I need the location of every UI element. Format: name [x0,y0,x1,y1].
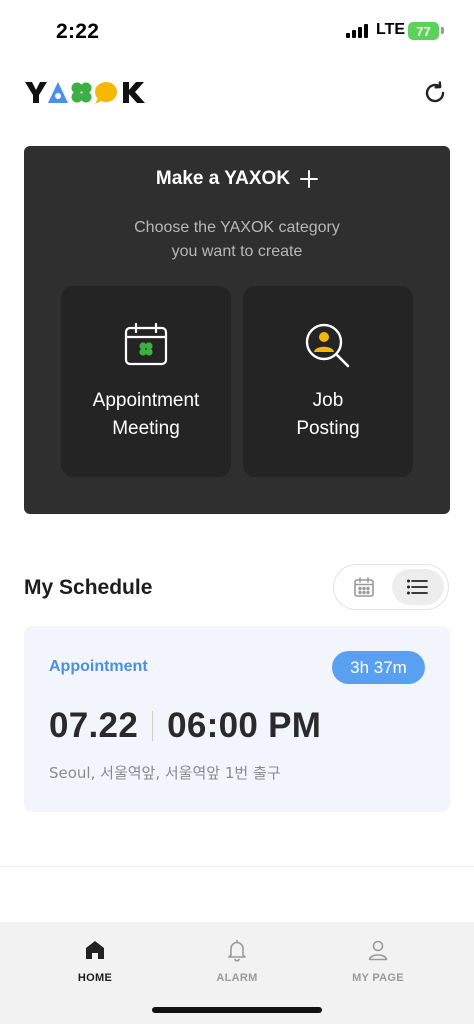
job-label-line1: Job [312,390,344,411]
nav-alarm[interactable]: ALARM [177,938,297,984]
create-subtitle: Choose the YAXOK category you want to cr… [24,216,450,264]
create-subtitle-line2: you want to create [171,243,303,260]
yaxok-logo [24,76,148,108]
network-type: LTE [376,21,406,38]
schedule-location: Seoul, 서울역앞, 서울역앞 1번 출구 [49,764,281,782]
person-search-icon [243,322,413,368]
nav-my-page-label: MY PAGE [352,972,404,984]
signal-strength-icon [346,24,368,38]
list-icon [407,579,428,595]
appointment-label-line2: Meeting [112,418,180,439]
schedule-date: 07.22 [49,706,139,745]
nav-home-label: HOME [77,972,113,984]
datetime-divider [152,711,154,741]
time-remaining-badge: 3h 37m [332,651,425,684]
create-title: Make a YAXOK [155,168,291,189]
calendar-view-button[interactable] [342,569,386,605]
status-time: 2:22 [56,20,100,43]
home-indicator [152,1007,322,1013]
nav-alarm-label: ALARM [216,972,258,984]
create-subtitle-line1: Choose the YAXOK category [134,219,340,236]
schedule-time: 06:00 PM [167,706,322,745]
nav-my-page[interactable]: MY PAGE [318,938,438,984]
view-toggle [333,564,449,610]
plus-icon [300,170,319,188]
job-label-line2: Posting [296,418,360,439]
battery-icon: 77 [408,22,439,40]
create-yaxok-card: Make a YAXOK Choose the YAXOK category y… [24,146,450,514]
schedule-title: My Schedule [24,576,153,599]
schedule-card[interactable]: Appointment 3h 37m 07.22 06:00 PM Seoul,… [24,626,450,812]
appointment-meeting-label: Appointment Meeting [61,387,231,443]
home-icon [86,941,104,959]
list-view-button[interactable] [392,569,444,605]
refresh-button[interactable] [420,78,450,108]
job-posting-label: Job Posting [243,387,413,443]
appointment-meeting-button[interactable]: Appointment Meeting [61,286,231,477]
bell-icon [228,939,246,962]
calendar-icon [354,577,374,597]
person-icon [368,940,388,961]
content-divider [0,866,474,867]
nav-home[interactable]: HOME [35,938,155,984]
schedule-datetime: 07.22 06:00 PM [49,706,321,746]
create-title-row[interactable]: Make a YAXOK [24,168,450,190]
battery-level: 77 [416,23,431,39]
refresh-icon [425,81,445,103]
job-posting-button[interactable]: Job Posting [243,286,413,477]
calendar-clover-icon [61,322,231,368]
battery-tip [441,27,444,34]
appointment-label-line1: Appointment [92,390,200,411]
schedule-type: Appointment [49,658,148,675]
status-bar: 2:22 LTE 77 [0,0,474,62]
